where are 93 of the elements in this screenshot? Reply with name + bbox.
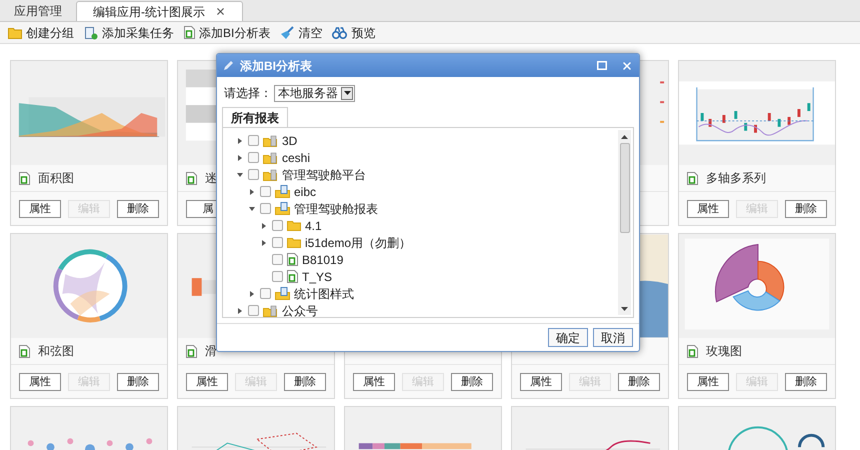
toolbar-button[interactable]: 创建分组 (8, 24, 74, 42)
dialog-title: 添加BI分析表 (240, 58, 313, 74)
card-button[interactable]: 删除 (451, 372, 493, 390)
checkbox[interactable] (272, 254, 283, 265)
folder-icon (287, 237, 301, 248)
collapsed-arrow-icon[interactable] (249, 188, 255, 194)
report-icon (287, 270, 298, 283)
tree-item-label[interactable]: i51demo用（勿删） (305, 234, 412, 252)
checkbox[interactable] (260, 186, 271, 197)
broom-icon (280, 26, 294, 40)
expanded-arrow-icon[interactable] (237, 172, 243, 178)
collapsed-arrow-icon[interactable] (261, 222, 267, 228)
report-icon (687, 344, 698, 358)
report-icon (19, 172, 30, 184)
folder-building-icon (263, 152, 278, 164)
card-button[interactable]: 属性 (19, 372, 61, 390)
chart-name: 多轴多系列 (706, 170, 766, 187)
tab[interactable]: 编辑应用-统计图展示 (76, 1, 243, 21)
checkbox[interactable] (248, 135, 259, 146)
card-button[interactable]: 属性 (520, 372, 562, 390)
dialog-button[interactable]: 取消 (593, 328, 633, 347)
tree-item-label[interactable]: 公众号 (282, 302, 318, 317)
folder-building-icon (263, 168, 278, 180)
tree-item-label[interactable]: ceshi (282, 148, 310, 166)
report-icon (687, 172, 698, 184)
report-icon (19, 344, 30, 358)
close-icon[interactable] (215, 6, 226, 17)
folder-document-icon (275, 287, 290, 300)
binoculars-icon (332, 26, 348, 38)
collapsed-arrow-icon[interactable] (237, 154, 243, 160)
collapsed-arrow-icon[interactable] (261, 240, 267, 246)
chart-name: 滑 (205, 343, 217, 360)
toolbar-button[interactable]: 预览 (332, 24, 376, 42)
card-button[interactable]: 删除 (618, 372, 660, 390)
card-button[interactable]: 属性 (186, 372, 228, 390)
collapsed-arrow-icon[interactable] (237, 308, 243, 314)
report-icon (184, 26, 195, 39)
tab[interactable]: 应用管理 (4, 1, 72, 21)
checkbox[interactable] (260, 203, 271, 214)
dropdown-arrow-icon (344, 91, 350, 95)
folder-document-icon (275, 185, 290, 198)
chart-thumbnail (660, 81, 664, 123)
toolbar-button[interactable]: 添加BI分析表 (184, 24, 270, 42)
folder-document-icon (275, 202, 290, 215)
collapsed-arrow-icon[interactable] (237, 138, 243, 144)
tree-item-label[interactable]: 3D (282, 132, 298, 150)
card-button[interactable]: 属性 (353, 372, 395, 390)
maximize-icon[interactable] (597, 61, 607, 70)
scroll-up-arrow-icon[interactable] (621, 135, 628, 139)
chart-name: 玫瑰图 (706, 343, 742, 360)
card-button[interactable]: 删除 (117, 200, 159, 218)
card-button[interactable]: 删除 (117, 372, 159, 390)
tree-item-label[interactable]: eibc (294, 182, 316, 200)
folder-icon (8, 26, 22, 38)
checkbox[interactable] (272, 220, 283, 231)
report-icon (186, 344, 197, 358)
collapsed-arrow-icon[interactable] (249, 290, 255, 296)
tab[interactable]: 所有报表 (222, 107, 288, 127)
chart-name: 面积图 (38, 170, 74, 187)
document-plus-icon (84, 26, 98, 40)
report-icon (186, 172, 197, 184)
card-button[interactable]: 属性 (687, 372, 729, 390)
checkbox[interactable] (260, 288, 271, 299)
tree-item-label[interactable]: T_YS (302, 268, 332, 286)
tree-item-label[interactable]: 管理驾驶舱报表 (294, 200, 378, 218)
folder-building-icon (263, 134, 278, 146)
checkbox[interactable] (248, 305, 259, 316)
server-select[interactable]: 本地服务器 (274, 84, 355, 102)
card-button[interactable]: 删除 (785, 200, 827, 218)
close-icon[interactable] (621, 60, 633, 72)
tree-item-label[interactable]: B81019 (302, 250, 344, 268)
scrollbar[interactable] (618, 130, 631, 315)
card-button[interactable]: 属性 (19, 200, 61, 218)
dialog-button[interactable]: 确定 (548, 328, 588, 347)
chart-name: 和弦图 (38, 343, 74, 360)
chart-name: 迷 (205, 170, 217, 187)
report-icon (287, 253, 298, 266)
checkbox[interactable] (248, 152, 259, 163)
card-button[interactable]: 属性 (687, 200, 729, 218)
checkbox[interactable] (248, 169, 259, 180)
toolbar-button[interactable]: 添加采集任务 (84, 24, 174, 42)
tree-item-label[interactable]: 4.1 (305, 216, 322, 234)
card-button[interactable]: 删除 (785, 372, 827, 390)
folder-icon (287, 220, 301, 231)
select-label: 请选择： (224, 85, 272, 102)
scroll-down-arrow-icon[interactable] (621, 307, 628, 311)
toolbar-button[interactable]: 清空 (280, 24, 322, 42)
checkbox[interactable] (272, 271, 283, 282)
tree-item-label[interactable]: 统计图样式 (294, 284, 354, 302)
expanded-arrow-icon[interactable] (249, 206, 255, 212)
card-button[interactable]: 删除 (284, 372, 326, 390)
tree-item-label[interactable]: 管理驾驶舱平台 (282, 166, 366, 184)
checkbox[interactable] (272, 237, 283, 248)
